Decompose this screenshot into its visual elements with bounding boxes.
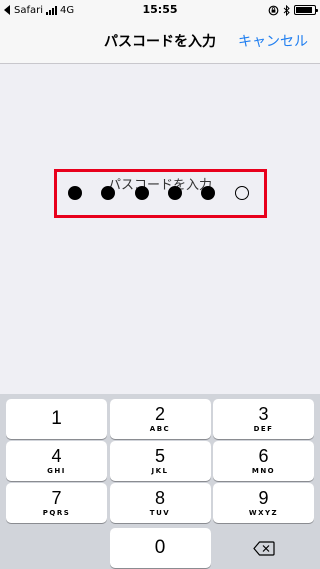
backspace-icon: [252, 540, 275, 556]
key-number: 8: [154, 488, 165, 508]
key-number: 6: [258, 446, 269, 466]
key-number: 7: [51, 488, 62, 508]
key-letters: MNO: [251, 467, 276, 475]
key-8[interactable]: 8 TUV: [109, 483, 211, 523]
key-1[interactable]: 1: [6, 399, 107, 439]
key-letters: DEF: [253, 425, 274, 433]
key-2[interactable]: 2 ABC: [109, 399, 211, 439]
delete-key[interactable]: [213, 528, 314, 568]
key-7[interactable]: 7 PQRS: [6, 483, 107, 523]
status-bar: Safari 4G 15:55: [0, 0, 320, 20]
cancel-button[interactable]: キャンセル: [238, 20, 308, 64]
key-letters: WXYZ: [248, 509, 279, 517]
battery-level: [296, 7, 313, 13]
status-right: [268, 3, 318, 17]
key-number: 2: [154, 404, 165, 424]
key-letters: TUV: [149, 509, 171, 517]
key-4[interactable]: 4 GHI: [6, 441, 107, 481]
numeric-keypad: 1 2 ABC 3 DEF 4 GHI 5 JKL 6 MNO 7 PQRS 8 TUV 9 WXYZ 0: [0, 394, 320, 569]
key-5[interactable]: 5 JKL: [109, 441, 211, 481]
key-0[interactable]: 0: [109, 528, 211, 568]
key-number: 4: [51, 446, 62, 466]
key-number: 9: [258, 488, 269, 508]
nav-bar: パスコードを入力 キャンセル: [0, 20, 320, 64]
battery-icon: [294, 5, 318, 15]
key-6[interactable]: 6 MNO: [213, 441, 314, 481]
bluetooth-icon: [283, 4, 290, 16]
orientation-lock-icon: [268, 5, 279, 15]
key-letters: ABC: [149, 425, 171, 433]
key-number: 1: [51, 408, 62, 429]
key-number: 0: [154, 537, 166, 558]
key-letters: GHI: [47, 467, 66, 475]
passcode-highlight-box: [54, 169, 267, 218]
key-letters: JKL: [151, 467, 169, 475]
key-letters: PQRS: [42, 509, 71, 517]
key-3[interactable]: 3 DEF: [213, 399, 314, 439]
key-number: 3: [258, 404, 269, 424]
key-9[interactable]: 9 WXYZ: [213, 483, 314, 523]
key-number: 5: [154, 446, 165, 466]
